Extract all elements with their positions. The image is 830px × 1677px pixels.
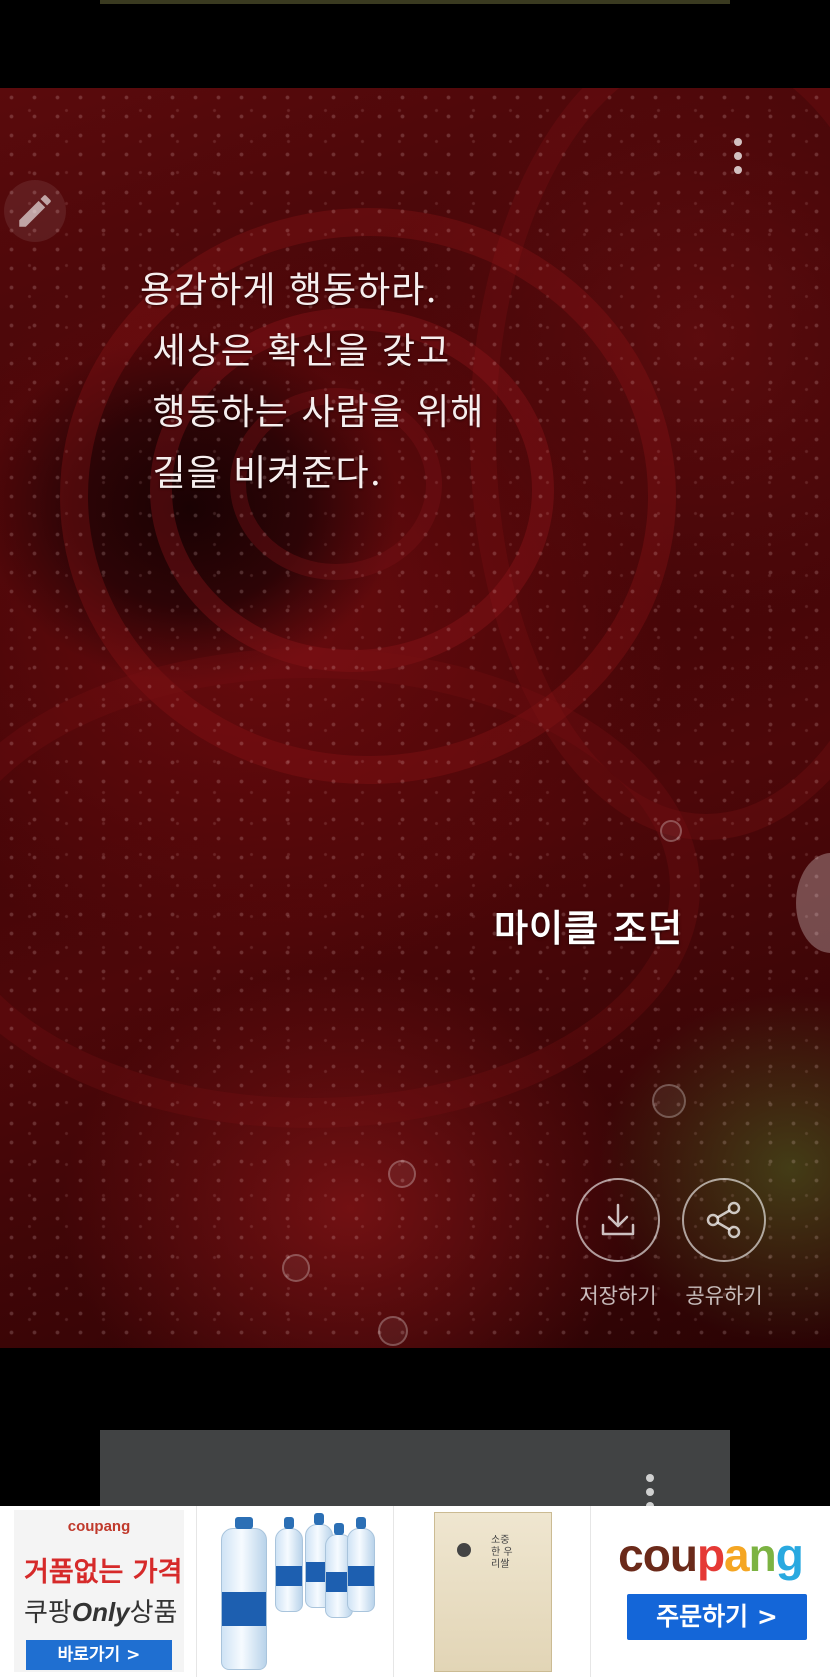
ad-tile-promo[interactable]: coupang 거품없는 가격 쿠팡Only상품 바로가기 > [0, 1506, 197, 1677]
logo-letter: o [642, 1529, 671, 1581]
quote-text: 용감하게 행동하라. 세상은 확신을 갖고 행동하는 사람을 위해 길을 비켜준… [140, 260, 560, 504]
coupang-logo: coupang [591, 1528, 830, 1582]
share-icon [706, 1201, 741, 1239]
order-button[interactable]: 주문하기 > [627, 1594, 807, 1640]
water-bottle-image [221, 1517, 267, 1670]
save-button[interactable]: 저장하기 [576, 1178, 660, 1310]
ad-headline: 거품없는 가격 [24, 1557, 183, 1588]
previous-card-edge [100, 0, 730, 4]
quote-line: 행동하는 사람을 위해 [140, 392, 485, 433]
more-vertical-icon[interactable] [731, 138, 745, 182]
share-button[interactable]: 공유하기 [682, 1178, 766, 1310]
logo-letter: p [696, 1529, 725, 1581]
quote-author: 마이클 조던 [494, 906, 684, 950]
quote-line: 길을 비켜준다. [140, 453, 383, 494]
logo-letter: n [748, 1529, 777, 1581]
logo-letter: a [724, 1529, 750, 1581]
next-quote-card[interactable] [100, 1430, 730, 1510]
ad-tile-water[interactable] [197, 1506, 394, 1677]
logo-letter: g [775, 1529, 804, 1581]
side-swipe-handle[interactable] [796, 853, 830, 953]
quote-line: 세상은 확신을 갖고 [140, 331, 451, 372]
ad-tile-rice[interactable]: 소중한 우리쌀 [394, 1506, 591, 1677]
ad-banner[interactable]: coupang 거품없는 가격 쿠팡Only상품 바로가기 > 소중한 우리쌀 … [0, 1506, 830, 1677]
ad-tile-coupang[interactable]: coupang 주문하기 > [591, 1506, 830, 1677]
coupang-logo-small: coupang [67, 1518, 131, 1535]
rice-bag-image: 소중한 우리쌀 [434, 1512, 552, 1672]
edit-button[interactable] [4, 180, 66, 242]
logo-letter: u [669, 1529, 698, 1581]
go-button[interactable]: 바로가기 > [26, 1640, 172, 1670]
pencil-icon [19, 195, 51, 227]
quote-line: 용감하게 행동하라. [140, 270, 438, 311]
share-label: 공유하기 [685, 1284, 763, 1308]
ad-subline: 쿠팡Only상품 [24, 1597, 178, 1628]
quote-card: 용감하게 행동하라. 세상은 확신을 갖고 행동하는 사람을 위해 길을 비켜준… [0, 88, 830, 1348]
save-label: 저장하기 [579, 1284, 657, 1308]
logo-letter: c [618, 1529, 644, 1581]
download-icon [601, 1203, 635, 1236]
